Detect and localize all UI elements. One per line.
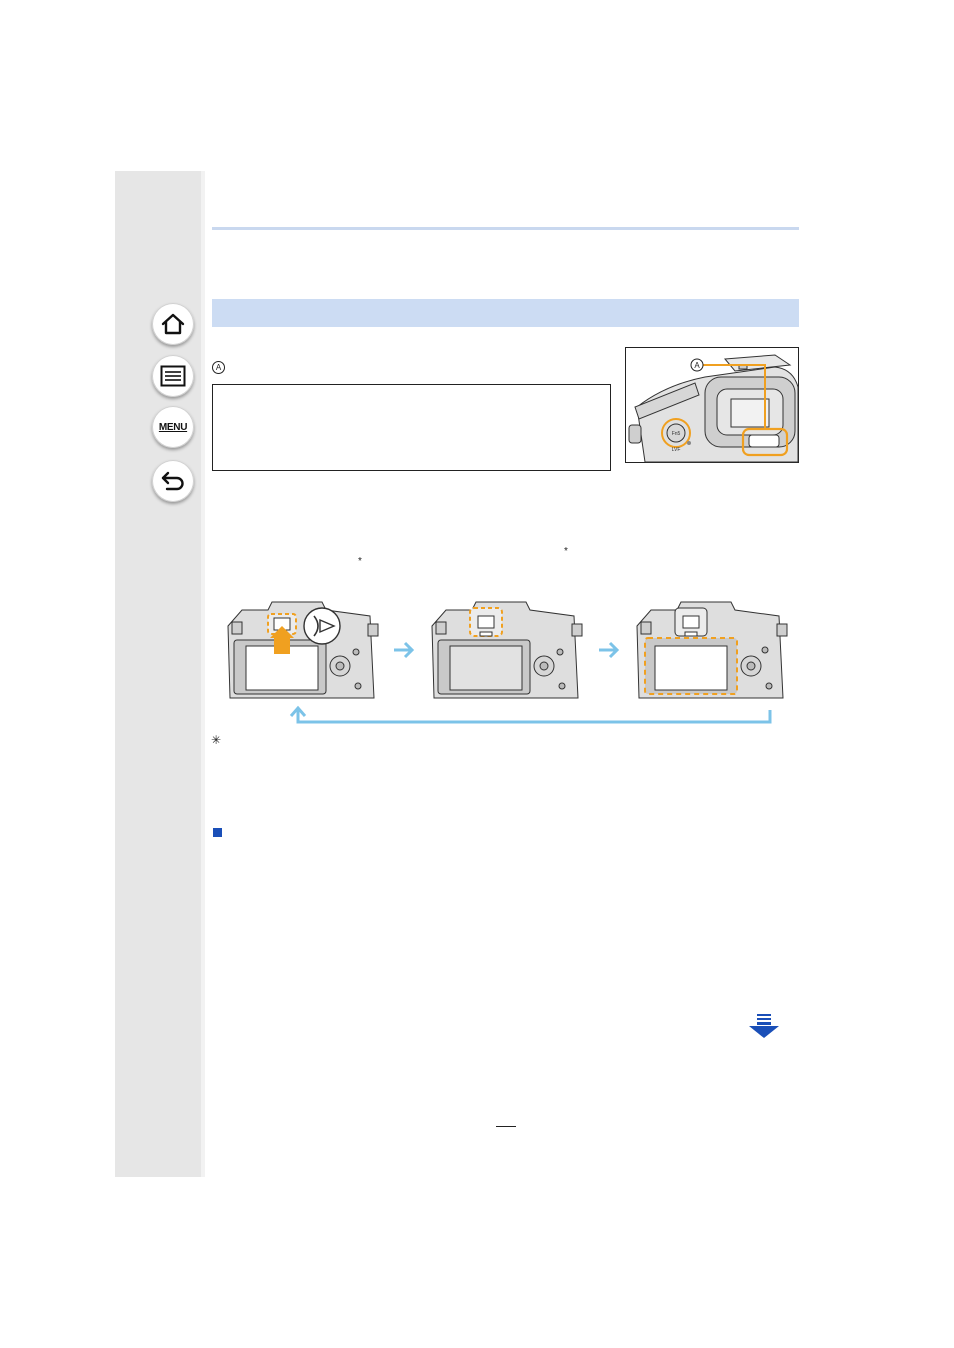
page-number xyxy=(496,1116,516,1127)
camera-closeup-figure: Fn5 LVF A xyxy=(625,347,799,463)
flow-arrow-1 xyxy=(394,641,415,659)
sidebar-edge xyxy=(201,171,205,1177)
note-box xyxy=(212,384,611,471)
back-button[interactable] xyxy=(152,460,194,502)
next-page-arrow-icon[interactable] xyxy=(748,1013,780,1039)
return-icon xyxy=(161,471,184,491)
bullet-square xyxy=(213,828,222,837)
menu-icon: MENU xyxy=(158,421,188,433)
camera-back-viewfinder-on xyxy=(431,601,583,699)
loop-arrow xyxy=(289,705,772,724)
asterisk-1: * xyxy=(564,546,568,557)
home-button[interactable] xyxy=(152,303,194,345)
lvf-label: LVF xyxy=(672,447,681,453)
section-heading-band xyxy=(212,299,799,327)
fn-label: Fn5 xyxy=(672,431,681,437)
flow-arrow-2 xyxy=(599,641,620,659)
list-icon xyxy=(160,365,186,387)
home-icon xyxy=(161,313,185,335)
footnote-marker: ✳ xyxy=(211,733,222,747)
callout-a: A xyxy=(694,361,700,370)
menu-button[interactable]: MENU xyxy=(152,406,194,448)
camera-back-eye-sensor xyxy=(227,601,379,699)
camera-back-monitor-on xyxy=(636,601,788,699)
asterisk-2: * xyxy=(358,556,362,567)
contents-button[interactable] xyxy=(152,355,194,397)
legend-marker-a: A xyxy=(212,361,225,374)
header-rule xyxy=(212,227,799,230)
